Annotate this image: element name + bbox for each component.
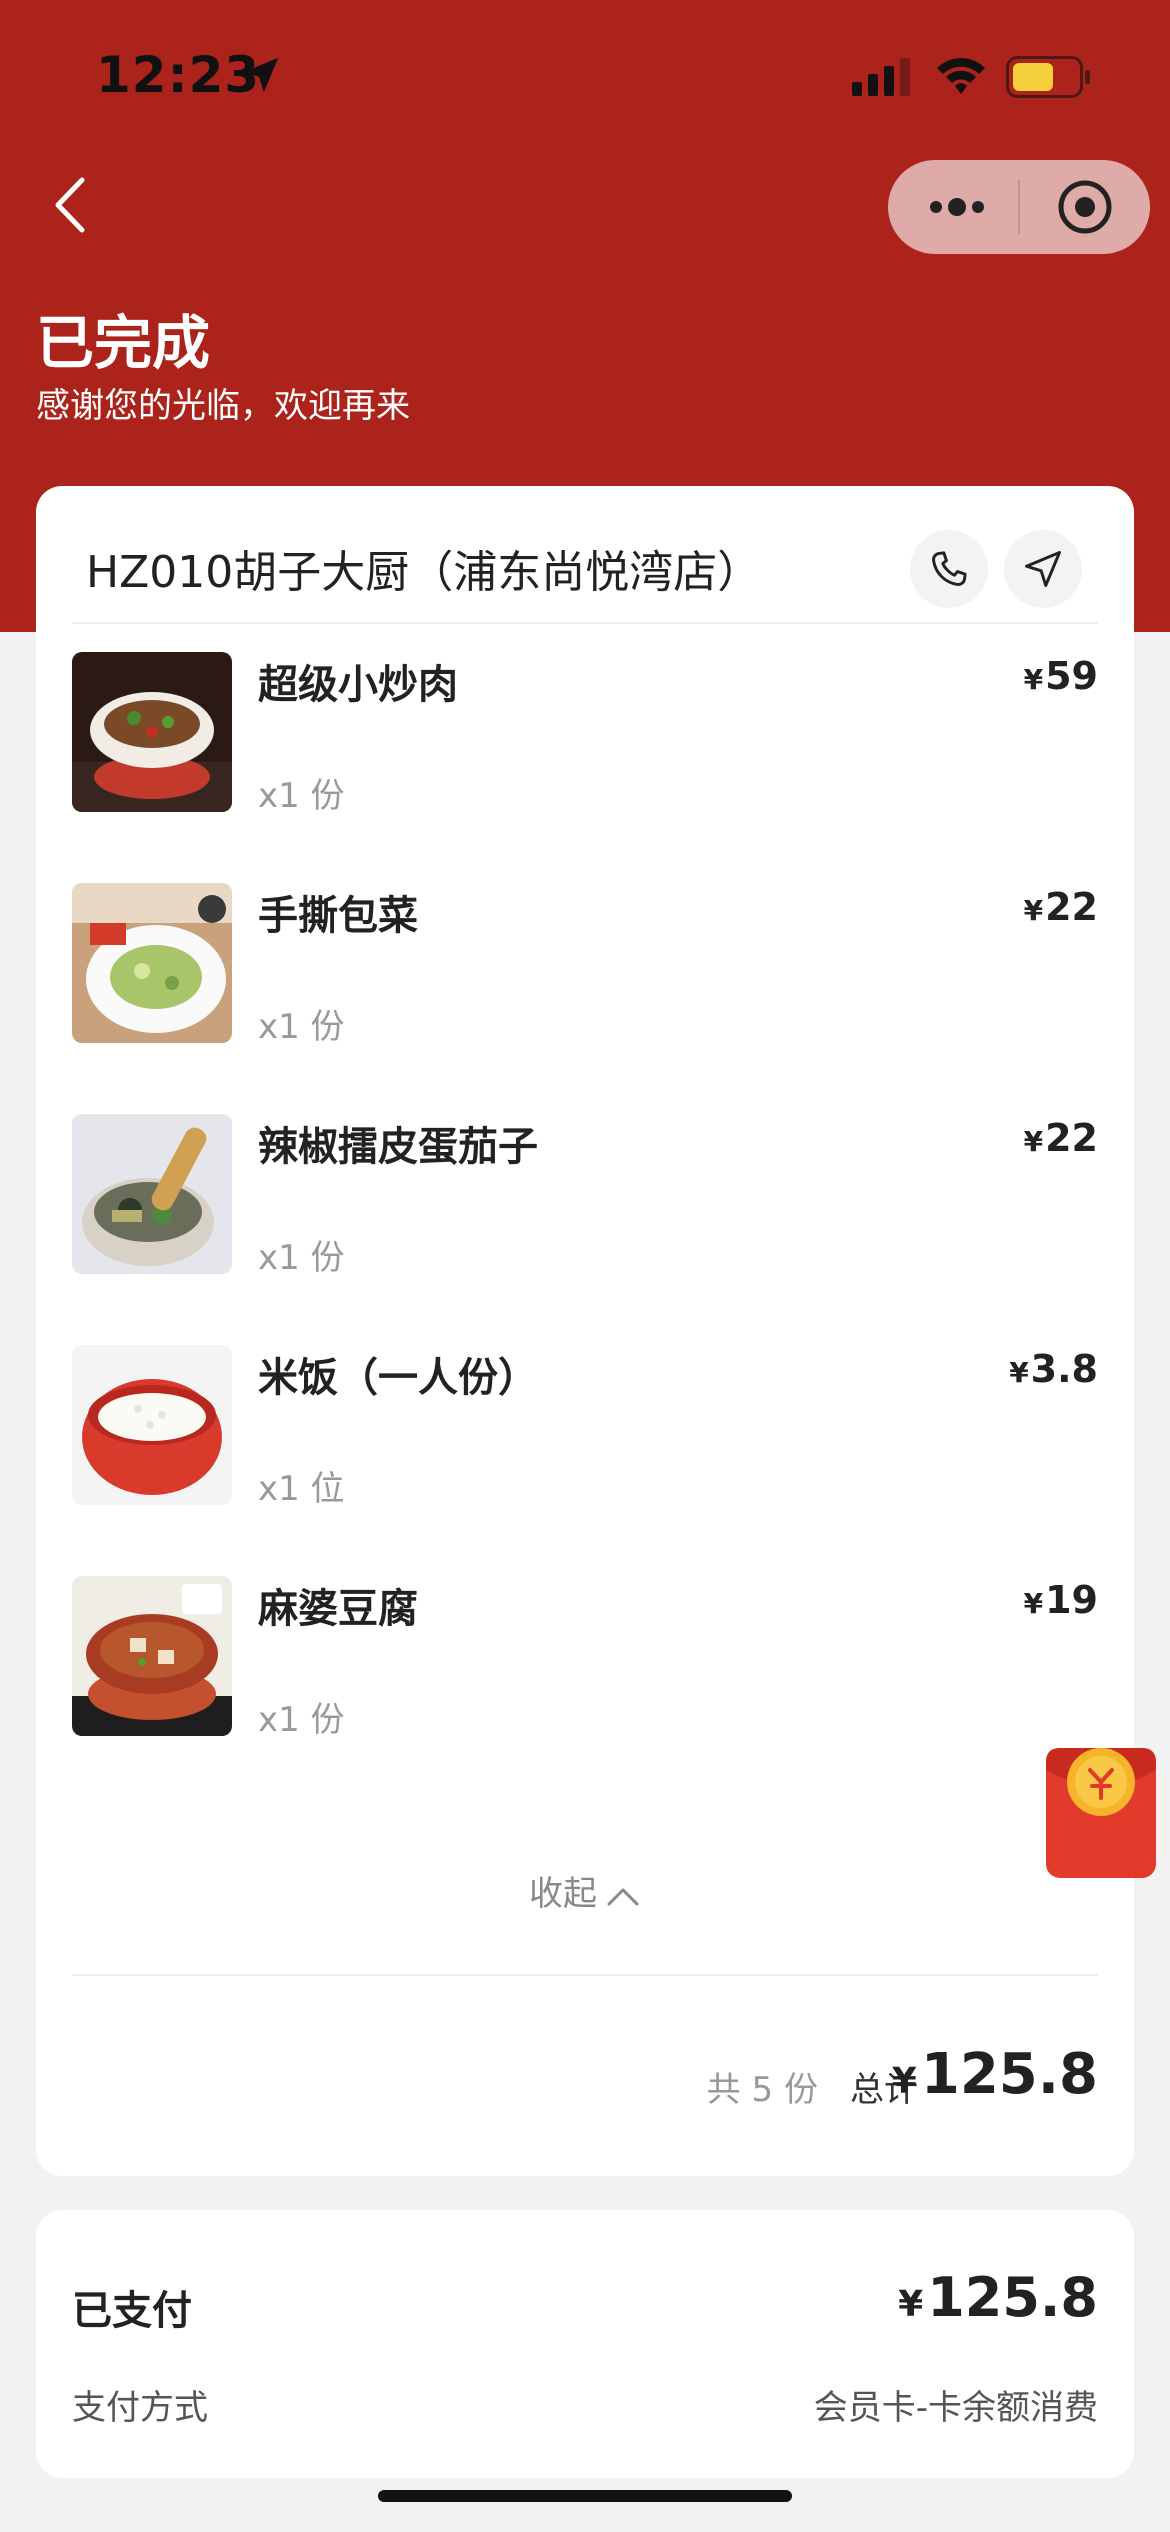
list-item[interactable]: 米饭（一人份） ¥3.8 x1 位: [72, 1345, 1098, 1509]
paid-amount-value: 125.8: [927, 2266, 1098, 2329]
item-price: ¥22: [1024, 885, 1098, 929]
dish-image: [72, 1576, 232, 1736]
list-item[interactable]: 麻婆豆腐 ¥19 x1 份: [72, 1576, 1098, 1740]
divider: [72, 1974, 1098, 1976]
list-item[interactable]: 手撕包菜 ¥22 x1 份: [72, 883, 1098, 1047]
location-arrow-icon: [243, 57, 279, 93]
dish-image: [72, 1114, 232, 1274]
close-mini-program-icon[interactable]: [1056, 178, 1114, 236]
item-price-value: 3.8: [1030, 1347, 1098, 1391]
item-count: 共 5 份: [706, 2070, 818, 2110]
item-price: ¥22: [1024, 1116, 1098, 1160]
dish-image: [72, 1345, 232, 1505]
capsule-divider: [1018, 180, 1020, 234]
payment-card: 已支付 ¥125.8 支付方式 会员卡-卡余额消费: [36, 2210, 1134, 2478]
phone-icon: [932, 551, 967, 586]
collapse-label: 收起: [529, 1874, 597, 1914]
home-indicator: [378, 2490, 792, 2502]
list-item[interactable]: 超级小炒肉 ¥59 x1 份: [72, 652, 1098, 816]
currency-symbol: ¥: [1023, 894, 1044, 927]
currency-symbol: ¥: [898, 2284, 924, 2325]
item-quantity: x1 位: [258, 1469, 345, 1509]
item-price-value: 19: [1045, 1578, 1098, 1622]
paid-label: 已支付: [72, 2288, 192, 2334]
wifi-icon: [937, 58, 985, 94]
item-price: ¥59: [1024, 654, 1098, 698]
currency-symbol: ¥: [891, 2061, 917, 2102]
total-amount-value: 125.8: [920, 2042, 1098, 2107]
status-bar: 12:23: [0, 0, 1170, 150]
battery-icon: [1006, 56, 1090, 98]
chevron-up-icon: [607, 1888, 639, 1905]
divider: [72, 622, 1098, 624]
item-name: 麻婆豆腐: [258, 1586, 418, 1632]
navigation-arrow-icon: [1025, 551, 1061, 587]
payment-method-value: 会员卡-卡余额消费: [813, 2388, 1098, 2428]
order-status-subtitle: 感谢您的光临，欢迎再来: [36, 386, 410, 426]
currency-symbol: ¥: [1023, 1587, 1044, 1620]
item-price-value: 59: [1045, 654, 1098, 698]
store-name[interactable]: HZ010胡子大厨（浦东尚悦湾店）: [86, 536, 761, 600]
dish-image: [72, 883, 232, 1043]
list-item[interactable]: 辣椒擂皮蛋茄子 ¥22 x1 份: [72, 1114, 1098, 1278]
status-time: 12:23: [96, 46, 261, 104]
item-price-value: 22: [1045, 885, 1098, 929]
currency-symbol: ¥: [1023, 663, 1044, 696]
item-name: 米饭（一人份）: [258, 1355, 538, 1401]
paid-amount: ¥125.8: [898, 2266, 1098, 2329]
item-price: ¥3.8: [1009, 1347, 1098, 1391]
item-name: 超级小炒肉: [258, 662, 458, 708]
call-store-button[interactable]: [910, 530, 988, 608]
dish-image: [72, 652, 232, 812]
collapse-button[interactable]: 收起: [36, 1866, 1134, 1915]
item-quantity: x1 份: [258, 1700, 345, 1740]
more-options-icon[interactable]: [922, 182, 992, 232]
navigate-button[interactable]: [1004, 530, 1082, 608]
payment-method-label: 支付方式: [72, 2388, 208, 2428]
back-chevron-icon[interactable]: [46, 170, 96, 240]
total-amount: ¥125.8: [892, 2042, 1098, 2107]
cellular-signal-icon: [852, 58, 910, 96]
item-quantity: x1 份: [258, 1238, 345, 1278]
order-card: HZ010胡子大厨（浦东尚悦湾店） 超级小炒肉 ¥59 x1 份 手撕包菜 ¥2…: [36, 486, 1134, 2176]
currency-symbol: ¥: [1009, 1356, 1029, 1389]
item-name: 辣椒擂皮蛋茄子: [258, 1124, 538, 1170]
item-name: 手撕包菜: [258, 893, 418, 939]
red-envelope-icon[interactable]: [1046, 1740, 1156, 1880]
item-quantity: x1 份: [258, 776, 345, 816]
item-price: ¥19: [1024, 1578, 1098, 1622]
mini-program-capsule: [888, 160, 1150, 254]
item-quantity: x1 份: [258, 1007, 345, 1047]
item-price-value: 22: [1045, 1116, 1098, 1160]
currency-symbol: ¥: [1023, 1125, 1044, 1158]
order-status-title: 已完成: [36, 309, 211, 377]
